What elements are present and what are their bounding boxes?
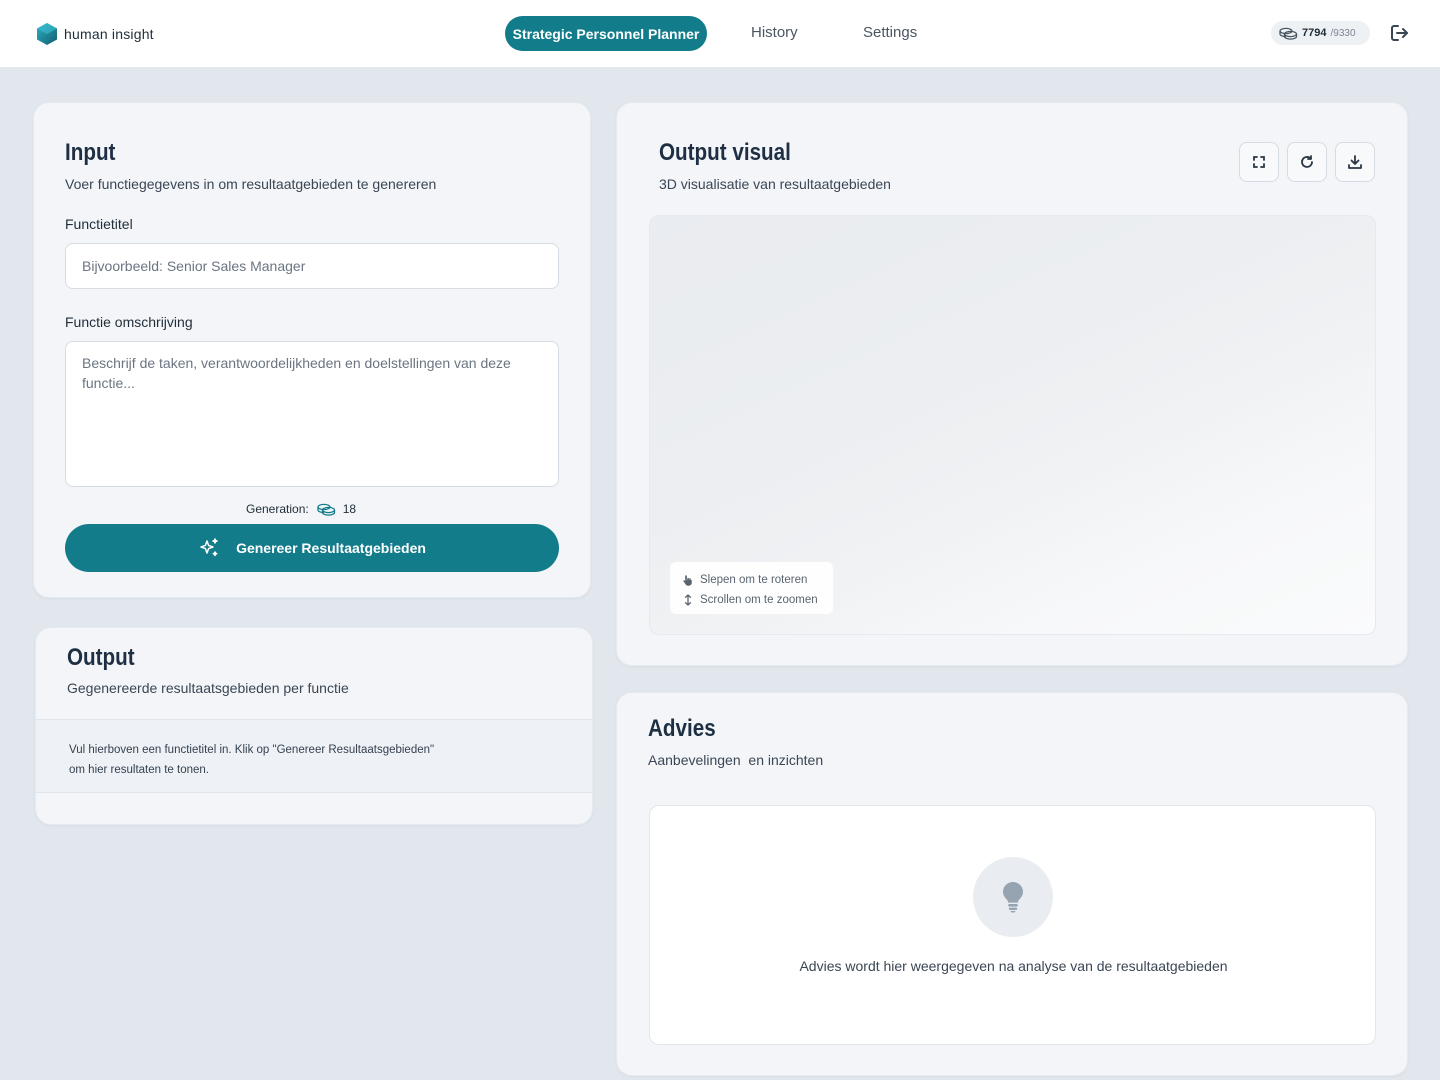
generation-cost-value: 18 — [342, 502, 357, 516]
job-title-input[interactable] — [65, 243, 559, 289]
job-description-label: Functie omschrijving — [65, 314, 193, 330]
output-subtitle: Gegenereerde resultaatsgebieden per func… — [67, 680, 349, 696]
tab-history[interactable]: History — [751, 24, 798, 41]
vertical-arrows-icon — [684, 594, 692, 606]
output-visual-card: Output visual 3D visualisatie van result… — [616, 102, 1408, 666]
output-title: Output — [67, 644, 135, 671]
advies-subtitle: Aanbevelingen en inzichten — [648, 752, 824, 768]
output-visual-title: Output visual — [659, 139, 791, 166]
output-visual-subtitle: 3D visualisatie van resultaatgebieden — [659, 176, 891, 192]
brand-logo[interactable]: human insight — [36, 22, 154, 46]
coins-icon — [317, 503, 335, 516]
output-empty-state: Vul hierboven een functietitel in. Klik … — [36, 719, 592, 793]
credits-total: /9330 — [1330, 27, 1356, 39]
input-title: Input — [65, 139, 116, 166]
advies-card: Advies Aanbevelingen en inzichten Advies… — [616, 692, 1408, 1076]
fullscreen-button[interactable] — [1239, 142, 1279, 182]
hint-zoom: Scrollen om te zoomen — [700, 594, 818, 606]
tab-settings[interactable]: Settings — [863, 24, 917, 41]
advies-empty-message: Advies wordt hier weergegeven na analyse… — [799, 958, 1228, 974]
input-card: Input Voer functiegegevens in om resulta… — [33, 102, 591, 598]
refresh-icon — [1301, 155, 1313, 168]
hand-pointer-icon — [683, 575, 692, 586]
sparkles-icon — [200, 538, 218, 557]
input-subtitle: Voer functiegegevens in om resultaatgebi… — [65, 176, 437, 192]
coins-icon — [1279, 27, 1298, 40]
tab-strategic-personnel-planner[interactable]: Strategic Personnel Planner — [505, 16, 707, 51]
download-button[interactable] — [1335, 142, 1375, 182]
credits-used: 7794 — [1302, 27, 1327, 39]
generate-button[interactable]: Genereer Resultaatgebieden — [65, 524, 559, 572]
generate-button-label: Genereer Resultaatgebieden — [236, 540, 426, 556]
hexagon-logo-icon — [37, 23, 57, 45]
refresh-button[interactable] — [1287, 142, 1327, 182]
output-empty-line-1: Vul hierboven een functietitel in. Klik … — [69, 744, 435, 756]
credits-badge: 7794 /9330 — [1271, 21, 1370, 45]
lightbulb-badge — [973, 857, 1053, 937]
brand-name: human insight — [64, 26, 154, 42]
advies-title: Advies — [648, 715, 716, 742]
output-empty-line-2: om hier resultaten te tonen. — [69, 764, 209, 776]
job-title-label: Functietitel — [65, 216, 133, 232]
hint-rotate: Slepen om te roteren — [700, 574, 808, 586]
job-description-textarea[interactable] — [65, 341, 559, 487]
generation-cost: Generation: 18 — [246, 502, 356, 516]
visualization-hint: Slepen om te roteren Scrollen om te zoom… — [670, 562, 833, 614]
advies-empty-state: Advies wordt hier weergegeven na analyse… — [649, 805, 1376, 1045]
fullscreen-icon — [1253, 156, 1265, 168]
logout-icon[interactable] — [1390, 24, 1410, 42]
download-icon — [1348, 155, 1362, 169]
3d-visualization-canvas[interactable]: Slepen om te roteren Scrollen om te zoom… — [649, 215, 1376, 635]
output-card: Output Gegenereerde resultaatsgebieden p… — [35, 627, 593, 825]
top-navigation-bar: human insight Strategic Personnel Planne… — [0, 0, 1440, 68]
lightbulb-icon — [1003, 882, 1023, 913]
generation-label: Generation: — [246, 502, 309, 516]
